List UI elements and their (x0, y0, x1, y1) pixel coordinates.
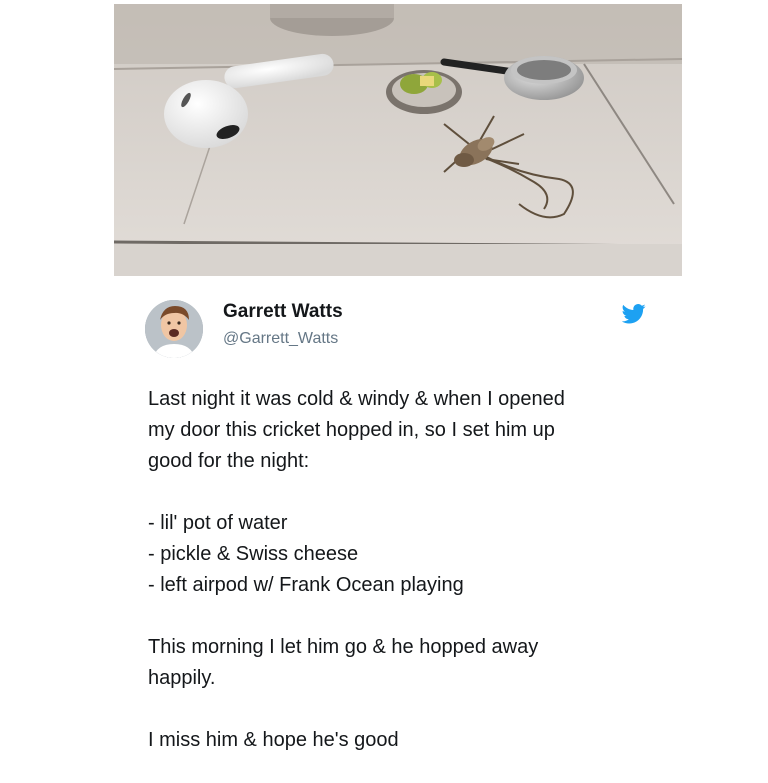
twitter-bird-icon[interactable] (622, 304, 646, 324)
tweet-text: Last night it was cold & windy & when I … (148, 384, 668, 756)
author-handle[interactable]: @Garrett_Watts (223, 330, 338, 348)
tweet-line: - pickle & Swiss cheese (148, 543, 359, 565)
tweet-line: I miss him & hope he's good (148, 729, 399, 751)
avatar-photo (145, 300, 203, 358)
tweet-photo[interactable] (114, 4, 682, 276)
tweet-card: Garrett Watts @Garrett_Watts Last night … (114, 276, 682, 783)
author-name[interactable]: Garrett Watts (223, 301, 343, 323)
tweet-line: - lil' pot of water (148, 512, 288, 534)
tweet-line: my door this cricket hopped in, so I set… (148, 419, 555, 441)
tweet-line: Last night it was cold & windy & when I … (148, 388, 565, 410)
screenshot: Garrett Watts @Garrett_Watts Last night … (0, 0, 768, 783)
cricket-photo-illustration (114, 4, 682, 276)
tweet-line: good for the night: (148, 450, 310, 472)
tweet-line: This morning I let him go & he hopped aw… (148, 636, 539, 658)
tweet-line: happily. (148, 667, 216, 689)
avatar[interactable] (145, 300, 203, 358)
tweet-line: - left airpod w/ Frank Ocean playing (148, 574, 464, 596)
